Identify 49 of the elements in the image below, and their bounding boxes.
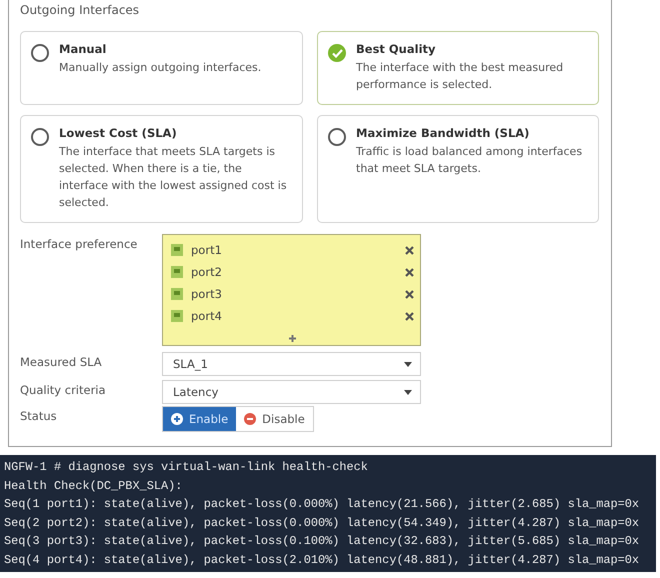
port-name: port3: [191, 287, 223, 301]
minus-circle-icon: [244, 413, 256, 425]
remove-icon[interactable]: [405, 312, 414, 320]
add-icon[interactable]: [289, 335, 296, 342]
option-title: Maximize Bandwidth (SLA): [356, 126, 530, 140]
remove-icon[interactable]: [405, 246, 414, 254]
radio-icon[interactable]: [328, 128, 346, 146]
option-title: Lowest Cost (SLA): [59, 126, 178, 140]
interface-list[interactable]: port1 port2 port3 port4: [162, 234, 421, 346]
status-toggle[interactable]: Enable: [163, 407, 236, 431]
option-description: The interface with the best measured performance is selected.: [356, 60, 564, 93]
terminal-line: Seq(2 port2): state(alive), packet-loss(0.000%) latency(54.349), jitter(4.287) sla_map=0x: [4, 514, 640, 532]
terminal-line: Seq(3 port3): state(alive), packet-loss(0.100%) latency(32.683), jitter(5.685) sla_map=0x: [4, 533, 640, 550]
field-label: Measured SLA: [20, 354, 103, 371]
option-description: Traffic is load balanced among interfaces that meet SLA targets.: [356, 144, 584, 177]
strategy-option[interactable]: Maximize Bandwidth (SLA) Traffic is load balanced among interfaces that meet SLA targets.: [317, 115, 599, 223]
selected-radio-icon[interactable]: [328, 44, 346, 62]
remove-icon[interactable]: [405, 290, 414, 298]
port-icon: [171, 266, 183, 278]
strategy-option[interactable]: Best Quality The interface with the best measured performance is selected.: [317, 31, 599, 105]
terminal-line: Seq(1 port1): state(alive), packet-loss(0.000%) latency(21.566), jitter(2.685) sla_map=0x: [4, 496, 640, 513]
sla-dropdown[interactable]: SLA_1: [162, 352, 421, 376]
strategy-option[interactable]: Lowest Cost (SLA) The interface that meets SLA targets is selected. When there is a tie, the interface with the lowest assigned cost is selected.: [20, 115, 303, 223]
port-icon: [171, 310, 183, 322]
strategy-option[interactable]: Manual Manually assign outgoing interfaces.: [20, 31, 303, 105]
field-label: Quality criteria: [20, 382, 107, 399]
plus-circle-icon: [171, 413, 183, 425]
port-icon: [171, 288, 183, 300]
field-label: Status: [20, 408, 58, 425]
caret-icon: [404, 362, 412, 366]
field-label: Interface preference: [20, 236, 138, 253]
radio-icon[interactable]: [31, 128, 49, 146]
terminal-line: Health Check(DC_PBX_SLA):: [4, 478, 184, 494]
option-description: Manually assign outgoing interfaces.: [59, 60, 262, 76]
caret-icon: [404, 390, 412, 394]
radio-icon[interactable]: [31, 44, 49, 62]
option-title: Manual: [59, 42, 108, 56]
terminal-line: Seq(4 port4): state(alive), packet-loss(2.010%) latency(48.881), jitter(4.287) sla_map=0x: [4, 552, 640, 568]
port-icon: [171, 244, 183, 256]
option-title: Best Quality: [356, 42, 437, 56]
port-name: port2: [191, 265, 223, 279]
port-name: port4: [191, 309, 223, 323]
option-description: The interface that meets SLA targets is selected. When there is a tie, the interface with the lowest assigned cost is selected.: [59, 144, 288, 211]
check-icon: [332, 48, 342, 58]
terminal-line: NGFW-1 # diagnose sys virtual-wan-link health-check: [4, 459, 369, 476]
port-name: port1: [191, 243, 223, 257]
remove-icon[interactable]: [405, 268, 414, 276]
section-title: Outgoing Interfaces: [20, 3, 140, 19]
criteria-dropdown[interactable]: Latency: [162, 380, 421, 404]
